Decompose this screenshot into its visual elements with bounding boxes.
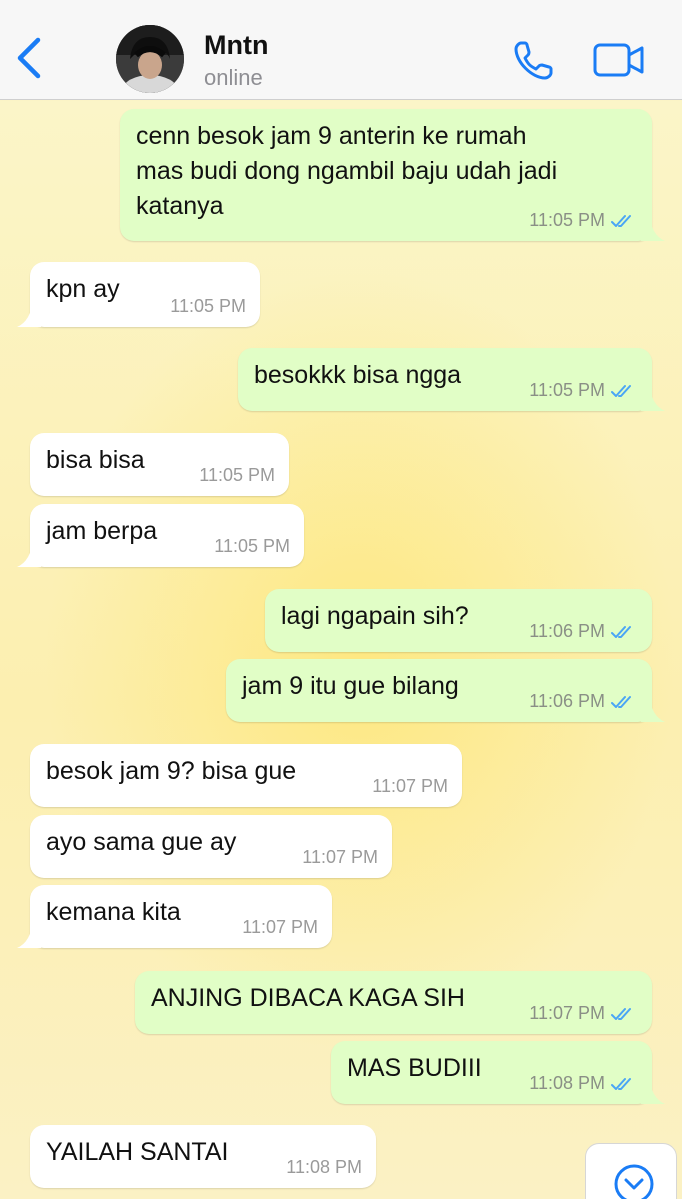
bubble-tail [17, 920, 41, 948]
message-meta: 11:05 PM [170, 296, 246, 317]
read-receipt-icon [611, 384, 631, 397]
message-bubble-incoming[interactable]: bisa bisa 11:05 PM [30, 433, 289, 496]
read-receipt-icon [611, 1077, 631, 1090]
phone-icon [514, 41, 553, 80]
message-bubble-incoming[interactable]: YAILAH SANTAI 11:08 PM [30, 1125, 376, 1188]
message-time: 11:05 PM [170, 296, 246, 316]
bubble-tail [641, 1076, 665, 1104]
read-receipt-icon [611, 214, 631, 227]
message-time: 11:07 PM [529, 1003, 605, 1023]
contact-status: online [204, 65, 263, 90]
message-meta: 11:07 PM [372, 776, 448, 797]
message-bubble-incoming[interactable]: ayo sama gue ay 11:07 PM [30, 815, 392, 878]
bubble-tail [641, 383, 665, 411]
bubble-tail [17, 299, 41, 327]
message-time: 11:05 PM [529, 210, 605, 230]
message-time: 11:05 PM [199, 465, 275, 485]
read-receipt-icon [611, 625, 631, 638]
message-bubble-outgoing[interactable]: jam 9 itu gue bilang 11:06 PM [226, 659, 665, 722]
message-meta: 11:07 PM [529, 1003, 638, 1024]
message-bubble-incoming[interactable]: besok jam 9? bisa gue 11:07 PM [30, 744, 462, 807]
message-bubble-outgoing[interactable]: ANJING DIBACA KAGA SIH 11:07 PM [135, 971, 652, 1034]
message-time: 11:07 PM [242, 917, 318, 937]
message-text: cenn besok jam 9 anterin ke rumah mas bu… [136, 122, 558, 220]
message-meta: 11:08 PM [286, 1157, 362, 1178]
video-camera-icon [593, 43, 644, 77]
message-meta: 11:05 PM [529, 380, 638, 401]
message-meta: 11:08 PM [529, 1073, 638, 1094]
message-meta: 11:07 PM [302, 847, 378, 868]
message-meta: 11:05 PM [214, 536, 290, 557]
message-time: 11:08 PM [529, 1073, 605, 1093]
message-bubble-outgoing[interactable]: besokkk bisa ngga 11:05 PM [238, 348, 665, 411]
message-bubble-incoming[interactable]: kpn ay 11:05 PM [17, 262, 260, 327]
read-receipt-icon [611, 695, 631, 708]
chevron-down-circle-icon [614, 1164, 654, 1199]
chat-header: Mntn online [0, 0, 682, 100]
message-bubble-incoming[interactable]: jam berpa 11:05 PM [17, 504, 304, 567]
message-time: 11:05 PM [214, 536, 290, 556]
message-meta: 11:06 PM [529, 691, 638, 712]
message-time: 11:06 PM [529, 621, 605, 641]
avatar[interactable] [116, 25, 184, 93]
back-button[interactable] [14, 36, 46, 82]
avatar-image [116, 25, 184, 93]
message-meta: 11:05 PM [199, 465, 275, 486]
message-time: 11:06 PM [529, 691, 605, 711]
message-time: 11:05 PM [529, 380, 605, 400]
message-bubble-outgoing[interactable]: lagi ngapain sih? 11:06 PM [265, 589, 652, 652]
bubble-tail [641, 213, 665, 241]
voice-call-button[interactable] [512, 38, 556, 82]
chevron-left-icon [17, 37, 41, 79]
contact-name[interactable]: Mntn [204, 30, 268, 61]
message-bubble-incoming[interactable]: kemana kita 11:07 PM [17, 885, 332, 948]
message-time: 11:07 PM [372, 776, 448, 796]
message-meta: 11:06 PM [529, 621, 638, 642]
message-time: 11:08 PM [286, 1157, 362, 1177]
message-bubble-outgoing[interactable]: MAS BUDIII 11:08 PM [331, 1041, 665, 1104]
message-bubble-outgoing[interactable]: cenn besok jam 9 anterin ke rumah mas bu… [120, 109, 665, 241]
scroll-to-bottom-button[interactable] [585, 1143, 677, 1199]
message-time: 11:07 PM [302, 847, 378, 867]
message-meta: 11:05 PM [529, 210, 638, 231]
bubble-tail [641, 694, 665, 722]
read-receipt-icon [611, 1007, 631, 1020]
message-meta: 11:07 PM [242, 917, 318, 938]
bubble-tail [17, 539, 41, 567]
video-call-button[interactable] [592, 40, 646, 80]
